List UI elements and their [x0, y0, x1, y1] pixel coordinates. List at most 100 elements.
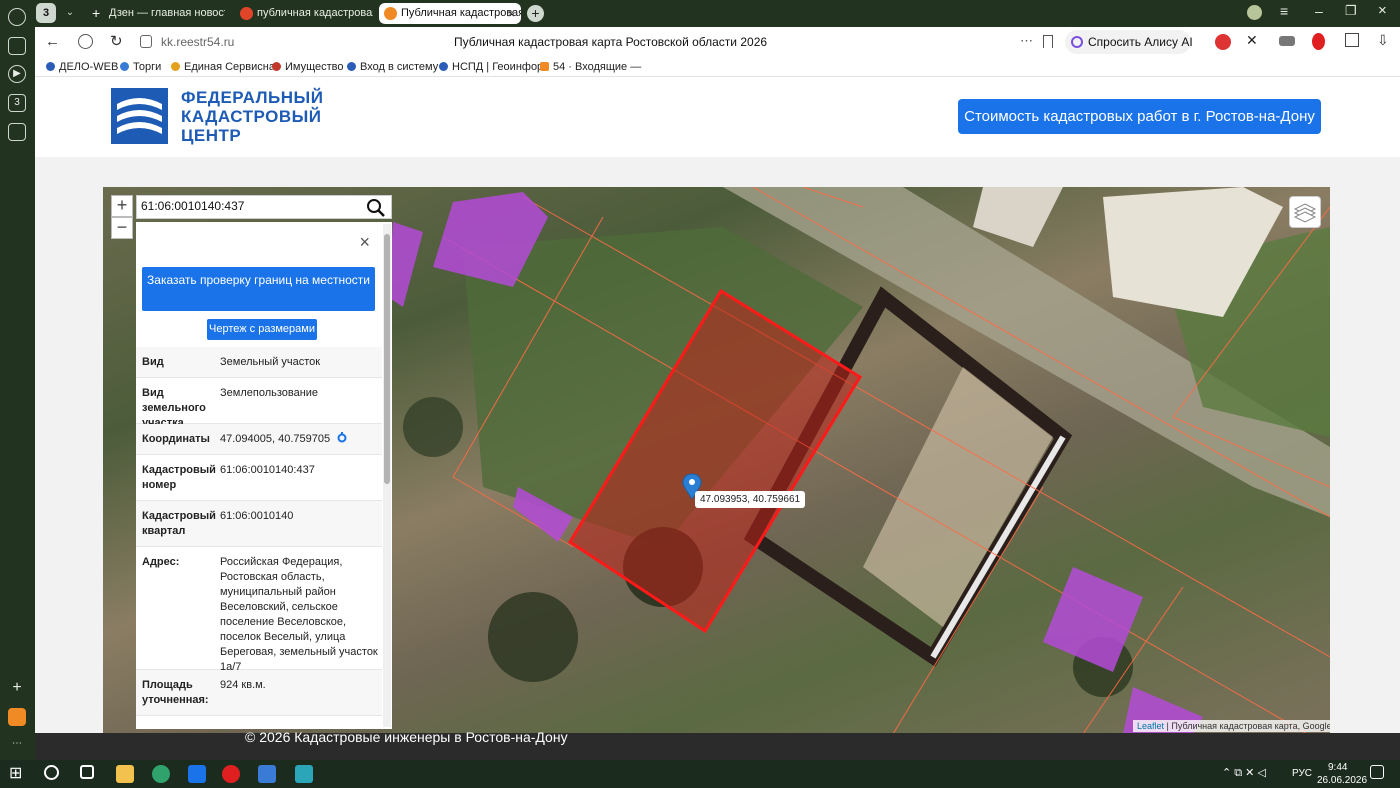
bookmark-item[interactable]: Единая Сервисна: [171, 61, 275, 73]
close-window-icon[interactable]: ×: [1378, 2, 1387, 19]
reload-icon[interactable]: ↻: [110, 32, 123, 50]
bookmark-item[interactable]: Вход в систему: [347, 61, 438, 73]
downloads-icon[interactable]: ⇩: [1377, 32, 1389, 49]
tab-dzen[interactable]: + Дзен — главная новостн: [87, 3, 225, 24]
alice-icon: [1071, 36, 1083, 48]
mail-icon[interactable]: [8, 708, 26, 726]
bookmark-item[interactable]: 54 · Входящие —: [540, 61, 641, 73]
attr-row-cadastral-quarter: Кадастровый квартал 61:06:0010140: [136, 501, 382, 547]
clock-time[interactable]: 9:44: [1328, 762, 1347, 773]
page-content: ФЕДЕРАЛЬНЫЙ КАДАСТРОВЫЙ ЦЕНТР Стоимость …: [35, 77, 1400, 760]
map-attribution: Leaflet | Публичная кадастровая карта, G…: [1133, 720, 1330, 732]
leaflet-link[interactable]: Leaflet: [1137, 721, 1164, 731]
more-icon[interactable]: ⋯: [1020, 33, 1033, 49]
extension-icon[interactable]: [1215, 34, 1231, 50]
zoom-in-button[interactable]: +: [111, 195, 133, 217]
play-icon[interactable]: ▶: [8, 65, 26, 83]
attr-key: Кадастровый квартал: [142, 510, 216, 537]
url-text[interactable]: kk.reestr54.ru: [161, 35, 234, 49]
close-icon[interactable]: ×: [359, 232, 370, 253]
cadastral-map[interactable]: + − × Заказать проверку границ на местно…: [103, 187, 1330, 734]
drawing-with-dimensions-button[interactable]: Чертеж с размерами: [207, 319, 317, 340]
chevron-down-icon[interactable]: ⌄: [60, 3, 80, 23]
yandex-browser-icon[interactable]: [222, 765, 240, 783]
opera-icon[interactable]: [1312, 33, 1325, 50]
attr-value: 61:06:0010140:437: [220, 464, 315, 476]
profile-avatar[interactable]: [1247, 5, 1262, 20]
language-indicator[interactable]: РУС: [1292, 768, 1312, 779]
history-icon[interactable]: [8, 8, 26, 26]
menu-icon[interactable]: ≡: [1280, 3, 1288, 19]
task-view-icon[interactable]: [80, 765, 94, 779]
tab-search[interactable]: публичная кадастровая к: [235, 3, 373, 24]
shield-icon[interactable]: [140, 35, 152, 48]
bookmark-icon[interactable]: [1043, 35, 1053, 48]
notifications-icon[interactable]: [1370, 765, 1384, 779]
bookmark-favicon-icon: [171, 62, 180, 71]
locate-icon[interactable]: [336, 432, 348, 444]
search-icon[interactable]: [44, 765, 59, 780]
tools-icon[interactable]: ✕: [1246, 32, 1258, 49]
outlook-icon[interactable]: [188, 765, 206, 783]
add-icon[interactable]: +: [8, 680, 26, 698]
scroll-thumb[interactable]: [384, 234, 390, 484]
search-input[interactable]: [141, 199, 361, 213]
order-boundary-check-button[interactable]: Заказать проверку границ на местности: [142, 267, 375, 311]
attr-value: Российская Федерация, Ростовская область…: [220, 556, 378, 673]
close-tab-icon[interactable]: ×: [507, 3, 515, 24]
tab-bar: 3 ⌄ + Дзен — главная новостн публичная к…: [35, 0, 1400, 27]
site-header: ФЕДЕРАЛЬНЫЙ КАДАСТРОВЫЙ ЦЕНТР Стоимость …: [35, 77, 1400, 157]
bookmark-item[interactable]: ДЕЛО-WEB: [46, 61, 118, 73]
logo-text-line: КАДАСТРОВЫЙ: [181, 107, 322, 126]
tray-icons[interactable]: ⌃ ⧉ ✕ ◁: [1222, 766, 1266, 780]
store-icon[interactable]: [258, 765, 276, 783]
windows-start-icon[interactable]: ⊞: [9, 765, 27, 783]
screenshot-icon[interactable]: [8, 123, 26, 141]
site-favicon-icon: [384, 7, 397, 20]
layers-icon: [1293, 203, 1317, 223]
logo-text-line: ЦЕНТР: [181, 126, 242, 145]
tab-label: Дзен — главная новостн: [109, 7, 225, 19]
address-bar: ← ↻ kk.reestr54.ru Публичная кадастровая…: [35, 27, 1400, 58]
attr-row-address: Адрес: Российская Федерация, Ростовская …: [136, 547, 382, 673]
bookmark-item[interactable]: Имущество: [272, 61, 344, 73]
bookmark-favicon-icon: [439, 62, 448, 71]
file-explorer-icon[interactable]: [116, 765, 134, 783]
logo-icon[interactable]: [111, 88, 168, 144]
tab-cadastral-map[interactable]: Публичная кадастровая ×: [379, 3, 521, 24]
bookmark-item[interactable]: НСПД | Геоинфор: [439, 61, 543, 73]
attr-row-cadastral-number: Кадастровый номер 61:06:0010140:437: [136, 455, 382, 501]
zoom-out-button[interactable]: −: [111, 217, 133, 239]
minimize-icon[interactable]: –: [1315, 3, 1323, 19]
vpn-icon[interactable]: [1279, 36, 1295, 46]
bookmark-favicon-icon: [347, 62, 356, 71]
back-icon[interactable]: ←: [45, 33, 60, 50]
attr-key: Площадь уточненная:: [142, 679, 209, 706]
bookmark-favicon-icon: [272, 62, 281, 71]
bookmark-favicon-icon: [120, 62, 129, 71]
parcel-info-panel: × Заказать проверку границ на местности …: [136, 222, 392, 729]
layers-button[interactable]: [1289, 196, 1321, 228]
more-icon[interactable]: ⋯: [8, 736, 26, 754]
edge-icon[interactable]: [152, 765, 170, 783]
extensions-icon[interactable]: [1345, 33, 1359, 47]
attr-row-land-type: Вид земельного участка Землепользование: [136, 378, 382, 429]
attr-value: 924 кв.м.: [220, 679, 266, 691]
bookmark-favicon-icon: [540, 62, 549, 71]
site-footer: © 2026 Кадастровые инженеры в Ростов-на-…: [35, 729, 1400, 760]
attr-key: Кадастровый номер: [142, 464, 216, 491]
alice-button[interactable]: Спросить Алису AI: [1065, 30, 1193, 54]
cadastral-cost-button[interactable]: Стоимость кадастровых работ в г. Ростов-…: [958, 99, 1321, 134]
yandex-button-icon[interactable]: [78, 34, 93, 49]
clock-date[interactable]: 26.06.2026: [1317, 775, 1367, 786]
new-tab-button[interactable]: +: [527, 5, 544, 22]
collections-icon[interactable]: [8, 37, 26, 55]
tab-counter-icon[interactable]: 3: [8, 94, 26, 112]
attr-row-coordinates: Координаты 47.094005, 40.759705: [136, 424, 382, 455]
bookmark-item[interactable]: Торги: [120, 61, 161, 73]
search-icon[interactable]: [366, 198, 386, 218]
app-icon[interactable]: [295, 765, 313, 783]
tab-counter[interactable]: 3: [36, 3, 56, 23]
panel-scrollbar[interactable]: [383, 224, 391, 727]
restore-icon[interactable]: ❐: [1345, 3, 1357, 19]
